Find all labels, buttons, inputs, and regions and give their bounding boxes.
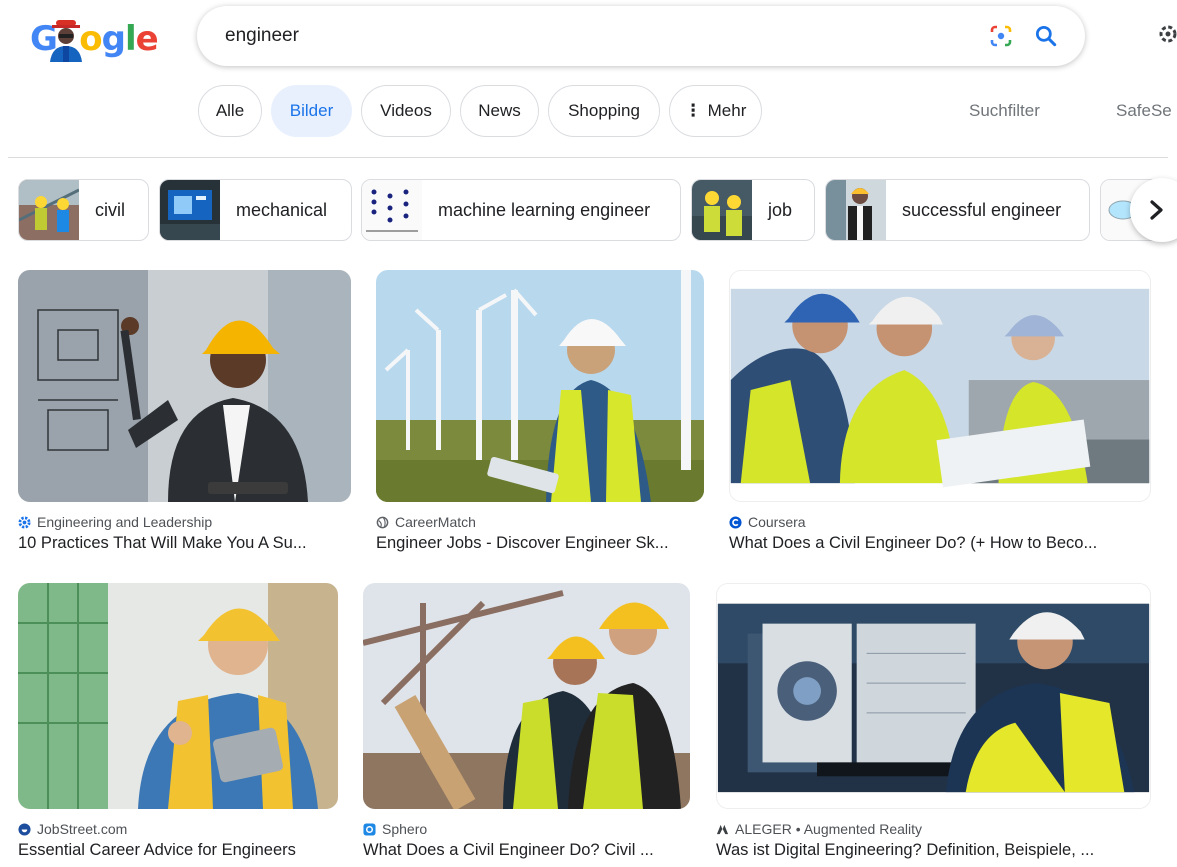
chip-thumbnail-icon xyxy=(19,180,79,240)
result-source[interactable]: CareerMatch xyxy=(376,514,704,530)
chip-label: job xyxy=(768,199,793,220)
result-title[interactable]: Was ist Digital Engineering? Definition,… xyxy=(716,841,1151,860)
result-source[interactable]: Coursera xyxy=(729,514,1151,530)
chip-label: machine learning engineer xyxy=(438,199,651,220)
chip-thumbnail-icon xyxy=(692,180,752,240)
chip-thumbnail-icon xyxy=(160,180,220,240)
result-image[interactable] xyxy=(729,270,1151,502)
chip-label: mechanical xyxy=(236,199,328,220)
jobstreet-icon xyxy=(18,822,31,836)
result-source-name: ALEGER • Augmented Reality xyxy=(735,821,922,837)
more-vert-icon: ⋮ xyxy=(684,101,702,120)
result-source-name: Sphero xyxy=(382,821,428,837)
result-card[interactable]: Engineering and Leadership 10 Practices … xyxy=(18,270,351,553)
google-lens-icon[interactable] xyxy=(989,24,1013,48)
result-title[interactable]: What Does a Civil Engineer Do? Civil ... xyxy=(363,841,690,860)
search-icon[interactable] xyxy=(1033,23,1059,49)
search-box[interactable] xyxy=(197,6,1085,66)
chip-mechanical[interactable]: mechanical xyxy=(159,179,352,241)
chip-civil[interactable]: civil xyxy=(18,179,149,241)
chip-successful-engineer[interactable]: successful engineer xyxy=(825,179,1090,241)
result-source-name: Engineering and Leadership xyxy=(37,514,213,530)
result-card[interactable]: CareerMatch Engineer Jobs - Discover Eng… xyxy=(376,270,704,553)
gear-icon xyxy=(18,515,31,529)
result-source-name: Coursera xyxy=(748,514,806,530)
chip-thumbnail-icon xyxy=(826,180,886,240)
divider xyxy=(8,157,1168,158)
chevron-right-icon xyxy=(1150,200,1163,220)
result-source-name: JobStreet.com xyxy=(37,821,128,837)
tab-videos[interactable]: Videos xyxy=(361,85,451,137)
tab-mehr[interactable]: ⋮ Mehr xyxy=(669,85,762,137)
tab-shopping[interactable]: Shopping xyxy=(548,85,660,137)
result-card[interactable]: ALEGER • Augmented Reality Was ist Digit… xyxy=(716,583,1151,860)
result-image[interactable] xyxy=(376,270,704,502)
sphero-icon xyxy=(363,822,376,836)
logo-letter: l xyxy=(124,19,137,59)
chip-machine-learning-engineer[interactable]: machine learning engineer xyxy=(361,179,681,241)
result-source[interactable]: JobStreet.com xyxy=(18,821,338,837)
result-source[interactable]: Sphero xyxy=(363,821,690,837)
logo-letter: g xyxy=(101,19,126,59)
result-title[interactable]: 10 Practices That Will Make You A Su... xyxy=(18,534,351,553)
result-source[interactable]: ALEGER • Augmented Reality xyxy=(716,821,1151,837)
result-title[interactable]: What Does a Civil Engineer Do? (+ How to… xyxy=(729,534,1151,553)
result-title[interactable]: Essential Career Advice for Engineers xyxy=(18,841,338,860)
suchfilter-link[interactable]: Suchfilter xyxy=(969,101,1040,121)
tab-label: Mehr xyxy=(707,101,747,120)
tab-label: Shopping xyxy=(568,101,640,120)
doodle-engineer-icon xyxy=(50,20,82,62)
result-card[interactable]: Coursera What Does a Civil Engineer Do? … xyxy=(729,270,1151,553)
settings-gear-icon[interactable] xyxy=(1156,22,1177,46)
tab-bilder[interactable]: Bilder xyxy=(271,85,352,137)
result-image[interactable] xyxy=(18,583,338,809)
result-image[interactable] xyxy=(716,583,1151,809)
result-card[interactable]: JobStreet.com Essential Career Advice fo… xyxy=(18,583,338,860)
chip-label: civil xyxy=(95,199,125,220)
result-card[interactable]: Sphero What Does a Civil Engineer Do? Ci… xyxy=(363,583,690,860)
safesearch-link[interactable]: SafeSe xyxy=(1116,101,1172,121)
chip-label: successful engineer xyxy=(902,199,1062,220)
search-input[interactable] xyxy=(225,25,925,47)
result-image[interactable] xyxy=(363,583,690,809)
tab-label: Alle xyxy=(215,101,245,120)
result-image[interactable] xyxy=(18,270,351,502)
tab-label: Videos xyxy=(380,101,432,120)
result-source[interactable]: Engineering and Leadership xyxy=(18,514,351,530)
chip-job[interactable]: job xyxy=(691,179,815,241)
google-logo[interactable]: Google xyxy=(30,16,159,62)
globe-icon xyxy=(376,516,389,528)
tab-label: Bilder xyxy=(289,101,334,120)
result-title[interactable]: Engineer Jobs - Discover Engineer Sk... xyxy=(376,534,704,553)
chip-thumbnail-icon xyxy=(362,180,422,240)
tab-label: News xyxy=(478,101,521,120)
coursera-icon xyxy=(729,515,742,529)
tab-alle[interactable]: Alle xyxy=(198,85,262,137)
tab-news[interactable]: News xyxy=(460,85,539,137)
aleger-icon xyxy=(716,824,729,834)
result-source-name: CareerMatch xyxy=(395,514,476,530)
logo-letter: e xyxy=(135,19,159,59)
